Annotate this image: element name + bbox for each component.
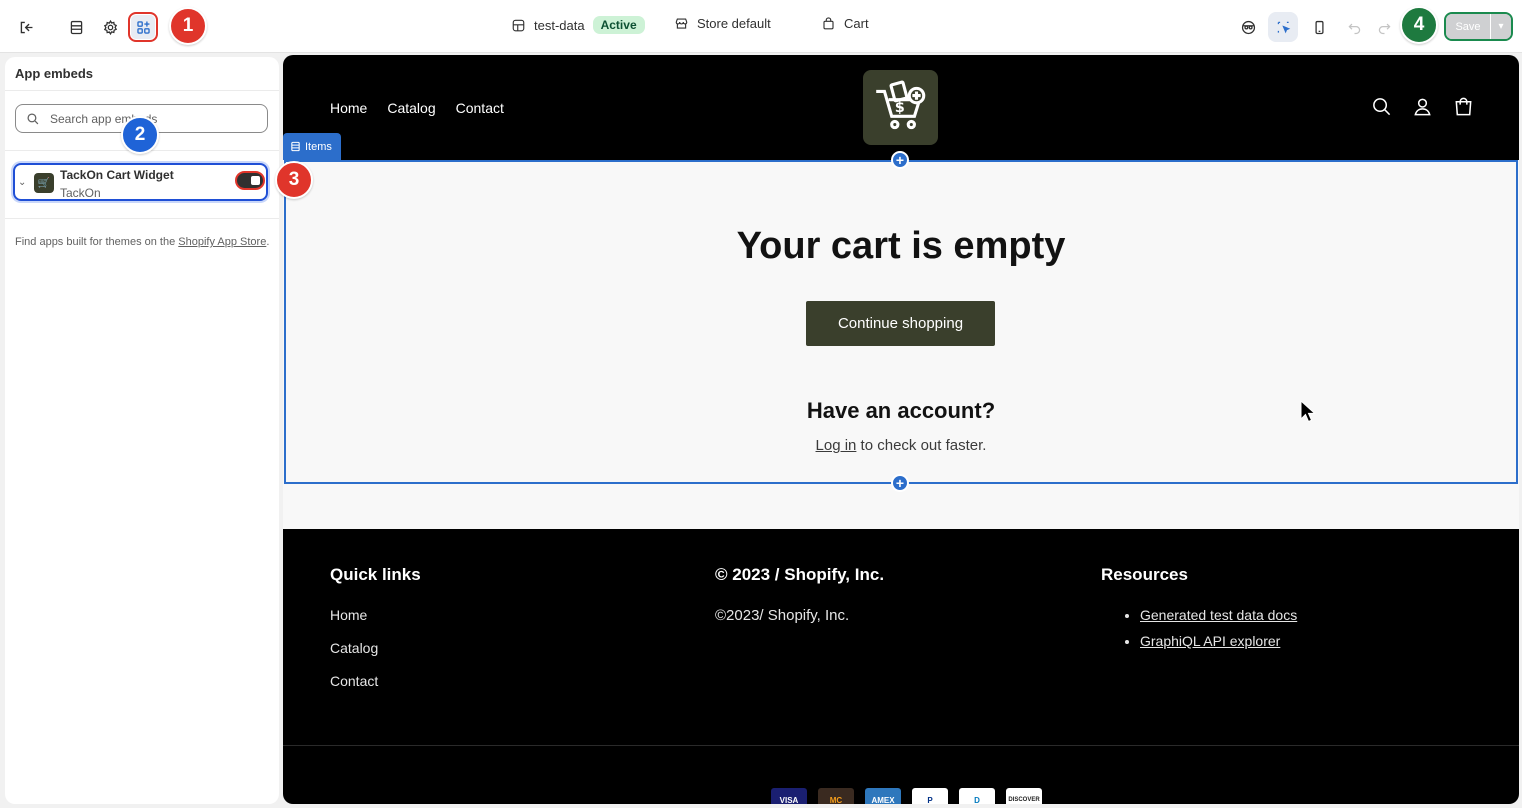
amex-icon: AMEX bbox=[865, 788, 901, 804]
payment-icons: VISA MC AMEX P D DISCOVER bbox=[771, 788, 1042, 804]
chevron-down-icon[interactable]: ▾ bbox=[1491, 14, 1511, 39]
cart-icon[interactable] bbox=[1453, 96, 1474, 117]
mastercard-icon: MC bbox=[818, 788, 854, 804]
select-element-icon[interactable] bbox=[1268, 12, 1298, 42]
discover-icon: DISCOVER bbox=[1006, 788, 1042, 804]
account-icon[interactable] bbox=[1412, 96, 1433, 117]
app-embeds-icon[interactable] bbox=[128, 12, 158, 42]
app-embeds-panel: App embeds Search app embeds ⌄ 🛒 TackOn … bbox=[5, 57, 279, 804]
visa-icon: VISA bbox=[771, 788, 807, 804]
footer-quick-links: Quick links Home Catalog Contact bbox=[330, 565, 421, 706]
app-embed-item[interactable]: ⌄ 🛒 TackOn Cart Widget TackOn bbox=[13, 163, 268, 201]
store-nav: Home Catalog Contact bbox=[330, 100, 504, 116]
search-icon[interactable] bbox=[1371, 96, 1392, 117]
diners-icon: D bbox=[959, 788, 995, 804]
cart-empty-heading: Your cart is empty bbox=[736, 225, 1066, 267]
save-button-group: Save ▾ bbox=[1444, 12, 1513, 41]
sections-icon bbox=[291, 141, 300, 152]
footer-link[interactable]: Contact bbox=[330, 673, 421, 689]
nav-link-contact[interactable]: Contact bbox=[456, 100, 504, 116]
store-preview: Home Catalog Contact $ Items + + Your ca… bbox=[283, 55, 1519, 804]
resource-link[interactable]: Generated test data docs bbox=[1140, 607, 1297, 623]
section-tag[interactable]: Items bbox=[283, 133, 341, 160]
redo-icon[interactable] bbox=[1369, 12, 1399, 42]
paypal-icon: P bbox=[912, 788, 948, 804]
exit-icon[interactable] bbox=[11, 12, 41, 42]
shopify-app-store-link[interactable]: Shopify App Store bbox=[178, 236, 266, 248]
divider bbox=[5, 218, 279, 219]
panel-title: App embeds bbox=[15, 66, 94, 81]
find-apps-text: Find apps built for themes on the Shopif… bbox=[15, 236, 270, 248]
footer-heading: © 2023 / Shopify, Inc. bbox=[715, 565, 885, 584]
footer-divider bbox=[283, 745, 1519, 746]
step-callout-2: 2 bbox=[121, 116, 159, 154]
login-link[interactable]: Log in bbox=[816, 437, 857, 454]
theme-name: test-data bbox=[534, 17, 585, 33]
mobile-preview-icon[interactable] bbox=[1304, 12, 1334, 42]
resource-link[interactable]: GraphiQL API explorer bbox=[1140, 633, 1280, 649]
add-section-icon[interactable]: + bbox=[891, 474, 909, 492]
page-selector[interactable]: Cart bbox=[821, 16, 869, 31]
copyright-text: ©2023/ Shopify, Inc. bbox=[715, 607, 850, 624]
add-section-icon[interactable]: + bbox=[891, 151, 909, 169]
footer-heading: Resources bbox=[1101, 565, 1188, 584]
footer-copyright: © 2023 / Shopify, Inc. ©2023/ Shopify, I… bbox=[715, 565, 884, 624]
account-heading: Have an account? bbox=[806, 398, 996, 423]
store-context-label: Store default bbox=[697, 16, 771, 31]
save-button[interactable]: Save bbox=[1446, 14, 1491, 39]
inspector-icon[interactable] bbox=[1233, 12, 1263, 42]
layout-icon bbox=[512, 19, 525, 31]
undo-icon[interactable] bbox=[1339, 12, 1369, 42]
footer-heading: Quick links bbox=[330, 565, 421, 584]
sections-icon[interactable] bbox=[61, 12, 91, 42]
login-text: Log in to check out faster. bbox=[815, 437, 987, 454]
bag-icon bbox=[823, 17, 834, 30]
editor-topbar: test-data Active Store default Cart Save… bbox=[0, 0, 1522, 53]
footer-resources: Resources Generated test data docs Graph… bbox=[1101, 565, 1297, 659]
store-icon bbox=[675, 18, 688, 29]
footer-resource-item: GraphiQL API explorer bbox=[1140, 633, 1297, 649]
gear-icon[interactable] bbox=[95, 12, 125, 42]
step-callout-4: 4 bbox=[1400, 6, 1438, 44]
cart-logo-icon: $ bbox=[875, 80, 925, 129]
store-header[interactable]: Home Catalog Contact $ bbox=[283, 55, 1519, 160]
nav-link-catalog[interactable]: Catalog bbox=[387, 100, 435, 116]
step-callout-3: 3 bbox=[275, 161, 313, 199]
search-icon bbox=[27, 112, 39, 124]
store-context-selector[interactable]: Store default bbox=[674, 16, 771, 31]
theme-selector[interactable]: test-data Active bbox=[511, 16, 645, 34]
app-embed-toggle[interactable] bbox=[235, 171, 265, 190]
step-callout-1: 1 bbox=[169, 7, 207, 45]
status-badge: Active bbox=[592, 16, 645, 34]
nav-link-home[interactable]: Home bbox=[330, 100, 367, 116]
mouse-cursor-icon bbox=[1300, 400, 1316, 423]
app-logo-icon: 🛒 bbox=[34, 173, 54, 193]
store-footer[interactable]: Quick links Home Catalog Contact © 2023 … bbox=[283, 529, 1519, 804]
store-logo[interactable]: $ bbox=[863, 70, 938, 145]
footer-resource-item: Generated test data docs bbox=[1140, 607, 1297, 623]
svg-text:$: $ bbox=[894, 100, 904, 116]
footer-link[interactable]: Home bbox=[330, 607, 421, 623]
chevron-down-icon[interactable]: ⌄ bbox=[18, 177, 26, 188]
header-actions bbox=[1371, 96, 1474, 117]
app-embed-provider: TackOn bbox=[60, 186, 101, 200]
continue-shopping-button[interactable]: Continue shopping bbox=[806, 301, 995, 346]
footer-link[interactable]: Catalog bbox=[330, 640, 421, 656]
app-embed-name: TackOn Cart Widget bbox=[60, 168, 174, 182]
page-label: Cart bbox=[844, 16, 869, 31]
divider bbox=[5, 90, 279, 91]
